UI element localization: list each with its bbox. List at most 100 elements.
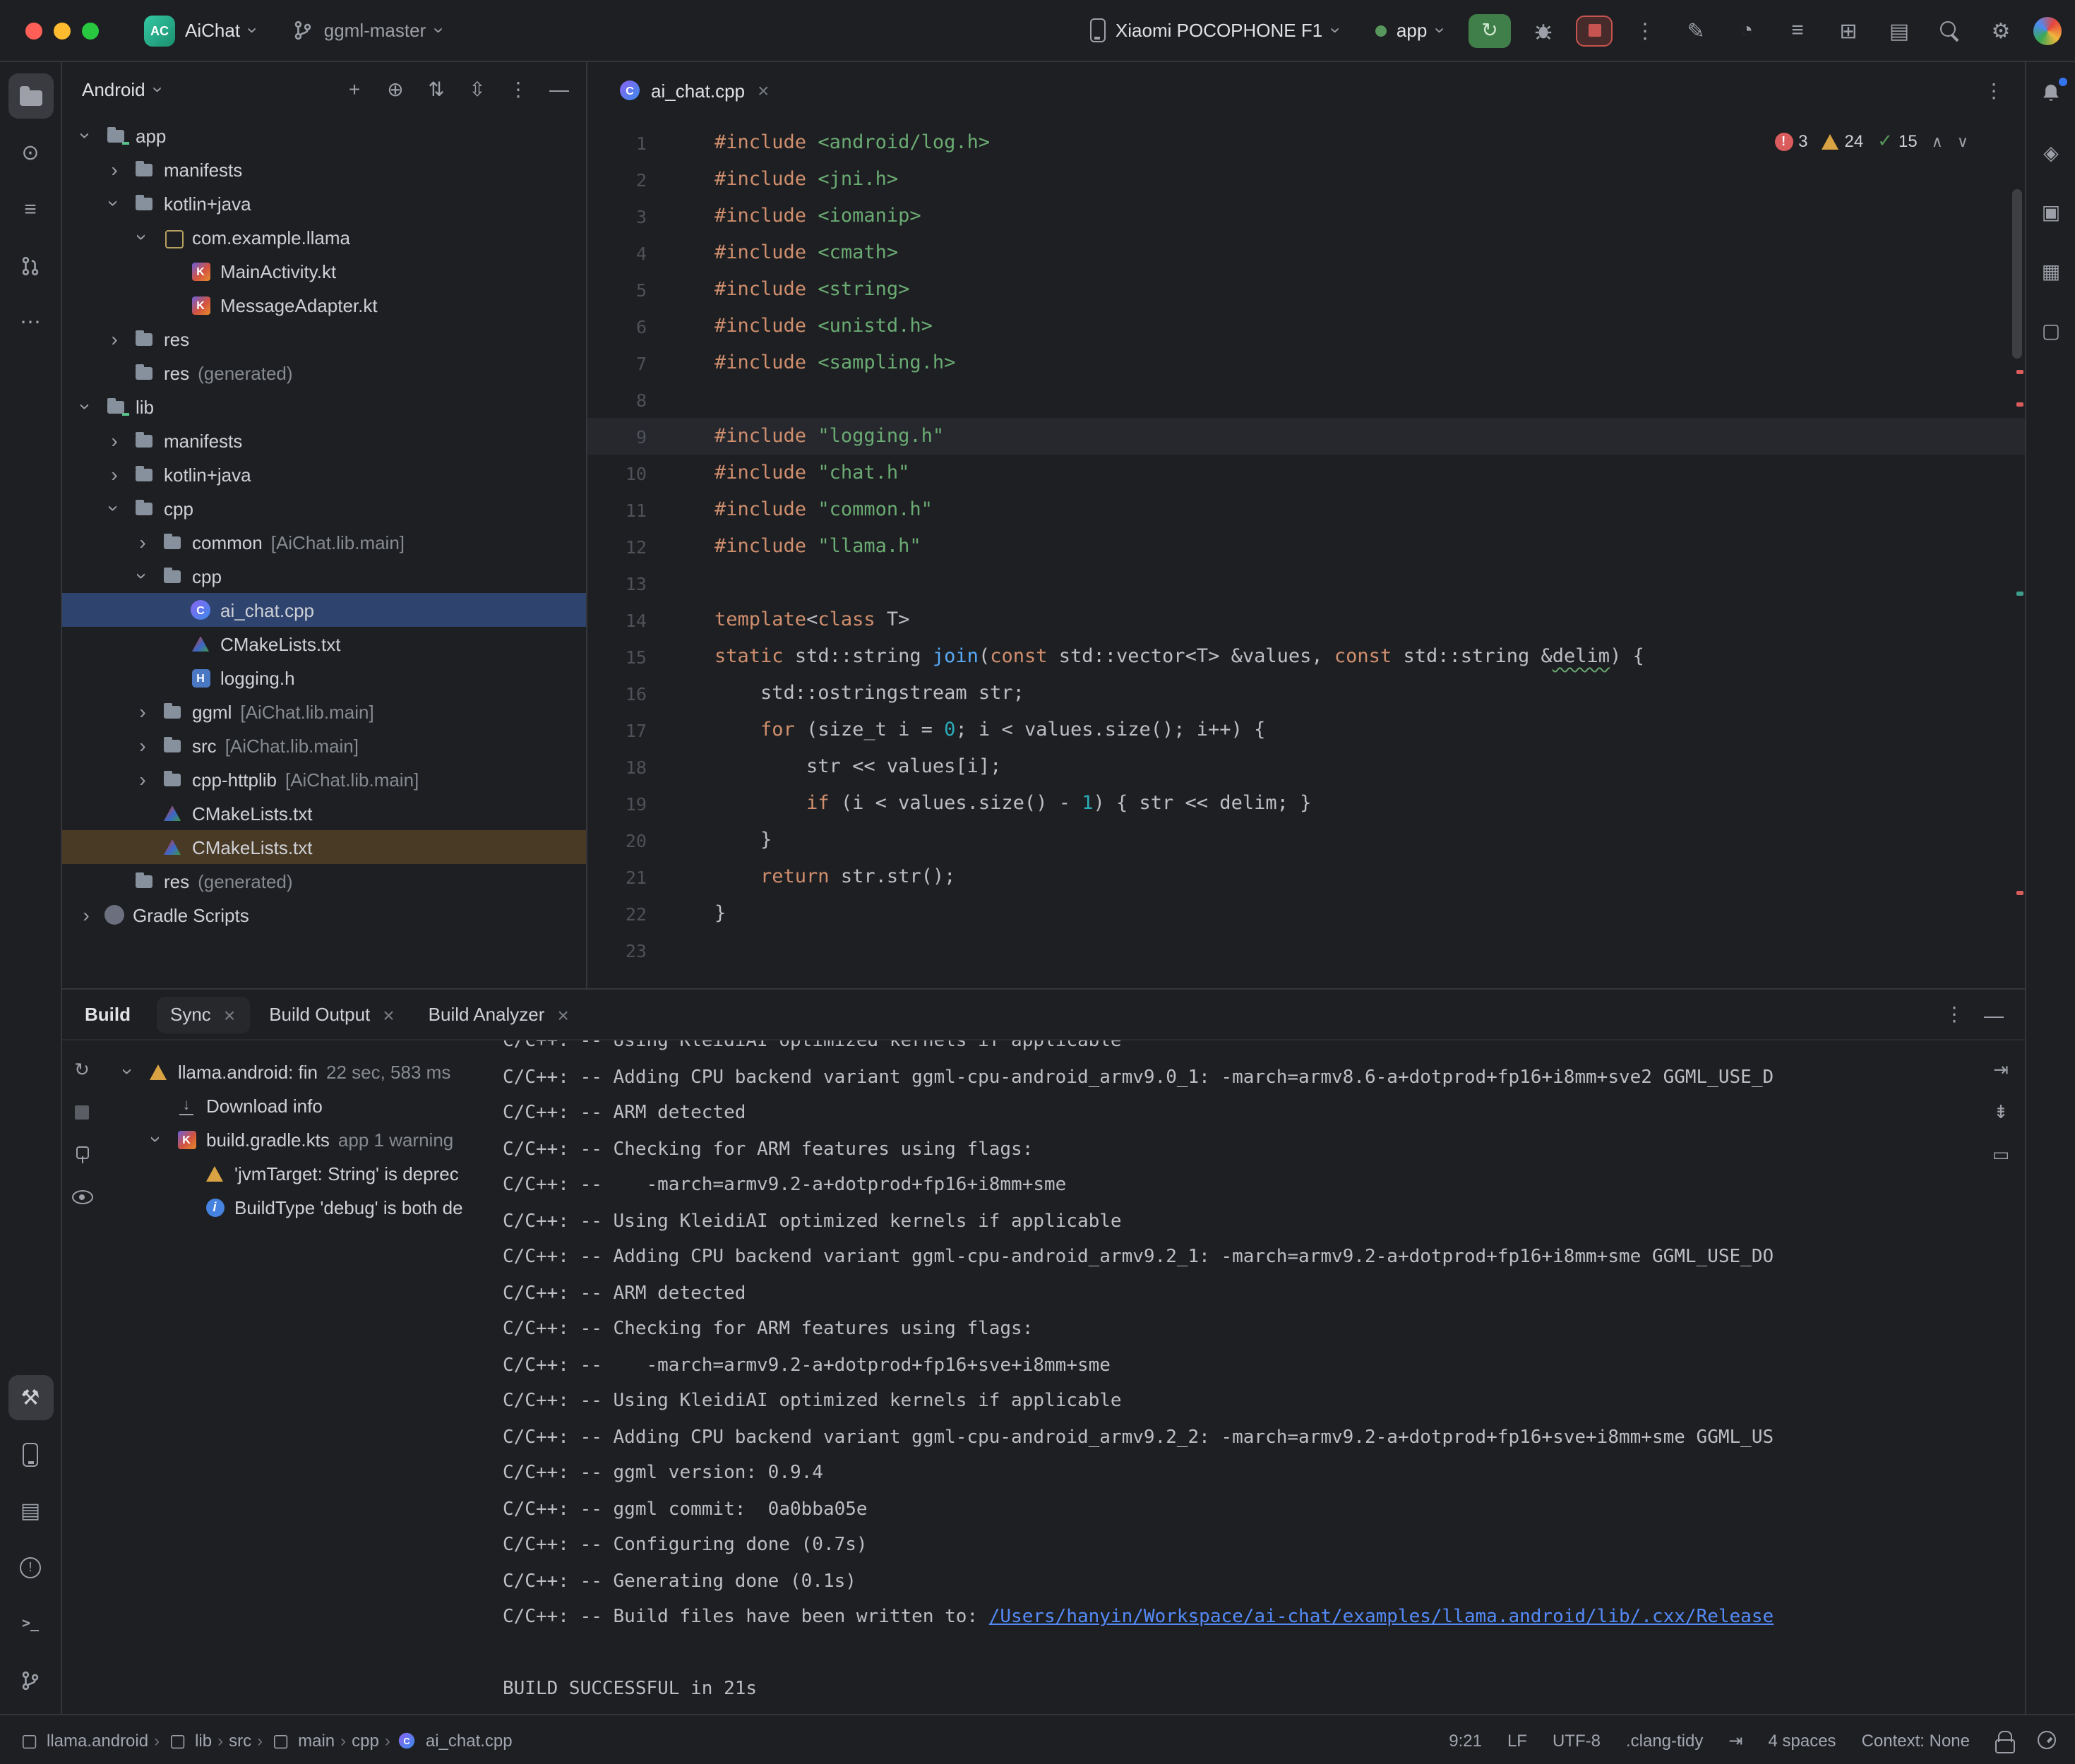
hide-panel-icon[interactable]: — [1977, 997, 2011, 1031]
project-widget[interactable]: AC AiChat › [133, 9, 268, 52]
tree-item-res[interactable]: res(generated) [62, 864, 586, 898]
build-window-title[interactable]: Build [85, 1004, 131, 1025]
tree-item-cmakelists-txt[interactable]: CMakeLists.txt [62, 830, 586, 864]
code-line-17[interactable]: 17 for (size_t i = 0; i < values.size();… [587, 712, 2025, 748]
tree-item-cmakelists-txt[interactable]: CMakeLists.txt [62, 796, 586, 830]
close-tab-icon[interactable]: × [758, 79, 769, 102]
tree-item-cpp[interactable]: ›cpp [62, 559, 586, 593]
code-line-16[interactable]: 16 std::ostringstream str; [587, 675, 2025, 712]
layout-inspector-tool-button[interactable]: ▦ [2034, 254, 2068, 288]
breadcrumb-llama-android[interactable]: llama.android [17, 1729, 148, 1751]
gemini-avatar-icon[interactable] [2033, 16, 2062, 44]
vcs-widget[interactable]: ggml-master › [282, 14, 453, 47]
tab-build-output[interactable]: Build Output × [255, 996, 408, 1033]
code-line-9[interactable]: 9#include "logging.h" [587, 418, 2025, 455]
breadcrumb-ai-chat-cpp[interactable]: Cai_chat.cpp [396, 1730, 513, 1750]
code-line-21[interactable]: 21 return str.str(); [587, 858, 2025, 895]
minimize-window-button[interactable] [54, 22, 71, 39]
app-inspection-icon[interactable]: ⊞ [1830, 12, 1867, 49]
panel-options-kebab-icon[interactable]: ⋮ [503, 73, 534, 104]
tree-item-lib[interactable]: ›lib [62, 390, 586, 424]
settings-button[interactable]: ⚙ [1983, 12, 2019, 49]
chevron-right-icon[interactable]: › [133, 700, 153, 723]
locate-file-icon[interactable]: ⊕ [380, 73, 411, 104]
code-line-23[interactable]: 23 [587, 932, 2025, 968]
chevron-right-icon[interactable]: › [104, 158, 124, 181]
close-tab-icon[interactable]: × [383, 1003, 394, 1026]
pull-requests-tool-button[interactable] [8, 243, 53, 288]
code-line-14[interactable]: 14template<class T> [587, 601, 2025, 638]
code-line-2[interactable]: 2#include <jni.h> [587, 161, 2025, 198]
clang-tidy-profile[interactable]: .clang-tidy [1626, 1730, 1703, 1750]
pin-icon[interactable] [69, 1142, 95, 1168]
close-window-button[interactable] [25, 22, 42, 39]
breadcrumb-src[interactable]: src [229, 1730, 251, 1750]
build-tool-button[interactable]: ⚒ [8, 1375, 53, 1420]
tree-item-messageadapter-kt[interactable]: KMessageAdapter.kt [62, 288, 586, 322]
stop-sync-icon[interactable] [69, 1100, 95, 1125]
context-selector[interactable]: Context: None [1862, 1730, 1970, 1750]
tree-item-common[interactable]: ›common[AiChat.lib.main] [62, 525, 586, 559]
chevron-right-icon[interactable]: › [133, 768, 153, 791]
tree-item-kotlin-java[interactable]: ›kotlin+java [62, 457, 586, 491]
code-line-10[interactable]: 10#include "chat.h" [587, 455, 2025, 491]
ai-pen-icon[interactable]: ✎ [1678, 12, 1714, 49]
previous-issue-icon[interactable]: ∧ [1932, 132, 1943, 150]
scroll-to-end-icon[interactable]: ⇟ [1988, 1100, 2014, 1125]
profiler-icon[interactable]: ◔ [1728, 12, 1765, 49]
code-line-20[interactable]: 20 } [587, 822, 2025, 858]
error-stripe-mark[interactable] [2016, 402, 2023, 407]
chevron-right-icon[interactable]: › [104, 429, 124, 452]
tree-item-ggml[interactable]: ›ggml[AiChat.lib.main] [62, 695, 586, 728]
chevron-down-icon[interactable]: › [103, 498, 126, 518]
tree-item-gradle-scripts[interactable]: ›Gradle Scripts [62, 898, 586, 932]
code-line-4[interactable]: 4#include <cmath> [587, 234, 2025, 271]
lock-icon[interactable] [1995, 1730, 2012, 1750]
tree-item-llama-android-fin[interactable]: ›llama.android: fin22 sec, 583 ms [102, 1055, 483, 1088]
tree-item-buildtype-debug-is-both-de[interactable]: iBuildType 'debug' is both de [102, 1190, 483, 1224]
tree-item-build-gradle-kts[interactable]: ›Kbuild.gradle.ktsapp 1 warning [102, 1122, 483, 1156]
running-devices-icon[interactable]: ▤ [1881, 12, 1918, 49]
tree-item-jvmtarget-string-is-deprec[interactable]: 'jvmTarget: String' is deprec [102, 1156, 483, 1190]
errors-count[interactable]: !3 [1774, 131, 1807, 151]
editor-options-kebab-icon[interactable]: ⋮ [1977, 73, 2011, 107]
zoom-window-button[interactable] [82, 22, 99, 39]
close-tab-icon[interactable]: × [224, 1003, 235, 1026]
code-line-12[interactable]: 12#include "llama.h" [587, 528, 2025, 565]
chevron-right-icon[interactable]: › [133, 531, 153, 553]
code-line-18[interactable]: 18 str << values[i]; [587, 748, 2025, 785]
tree-item-mainactivity-kt[interactable]: KMainActivity.kt [62, 254, 586, 288]
inspection-widget[interactable]: !3 24 ✓15 ∧ ∨ [1774, 130, 1968, 152]
tree-item-kotlin-java[interactable]: ›kotlin+java [62, 186, 586, 220]
panel-options-kebab-icon[interactable]: ⋮ [1937, 997, 1971, 1031]
tree-item-res[interactable]: ›res [62, 322, 586, 356]
tree-item-manifests[interactable]: ›manifests [62, 424, 586, 457]
gradle-tool-button[interactable]: ◈ [2034, 136, 2068, 169]
tree-item-cpp-httplib[interactable]: ›cpp-httplib[AiChat.lib.main] [62, 762, 586, 796]
file-path-link[interactable]: /Users/hanyin/Workspace/ai-chat/examples… [989, 1607, 1774, 1628]
logcat-tool-button[interactable]: ▤ [8, 1488, 53, 1533]
tree-item-download-info[interactable]: ↓Download info [102, 1088, 483, 1122]
code-style-icon[interactable]: ⇥ [1728, 1730, 1742, 1750]
terminal-tool-button[interactable]: >_ [8, 1601, 53, 1646]
chevron-down-icon[interactable]: › [149, 86, 167, 92]
device-manager-tool-button[interactable] [8, 1432, 53, 1477]
build-console[interactable]: C/C++: -- Using KleidiAI optimized kerne… [483, 1040, 1977, 1714]
project-view-mode[interactable]: Android [82, 78, 145, 100]
tree-item-manifests[interactable]: ›manifests [62, 152, 586, 186]
tree-item-src[interactable]: ›src[AiChat.lib.main] [62, 728, 586, 762]
tree-item-ai-chat-cpp[interactable]: Cai_chat.cpp [62, 593, 586, 627]
soft-wrap-icon[interactable]: ⇥ [1988, 1057, 2014, 1083]
close-tab-icon[interactable]: × [557, 1003, 568, 1026]
problems-tool-button[interactable]: ! [8, 1544, 53, 1590]
code-editor[interactable]: !3 24 ✓15 ∧ ∨ 1#include <android/log.h>2… [587, 119, 2025, 988]
notifications-button[interactable] [2034, 76, 2068, 110]
code-line-22[interactable]: 22} [587, 895, 2025, 932]
code-line-15[interactable]: 15static std::string join(const std::vec… [587, 638, 2025, 675]
collapse-all-icon[interactable]: ⇳ [462, 73, 493, 104]
run-configuration-selector[interactable]: app › [1364, 14, 1454, 47]
stop-button[interactable] [1576, 15, 1613, 46]
memory-gauge-icon[interactable] [2038, 1731, 2056, 1749]
passed-count[interactable]: ✓15 [1877, 130, 1918, 152]
git-tool-button[interactable] [8, 1657, 53, 1703]
